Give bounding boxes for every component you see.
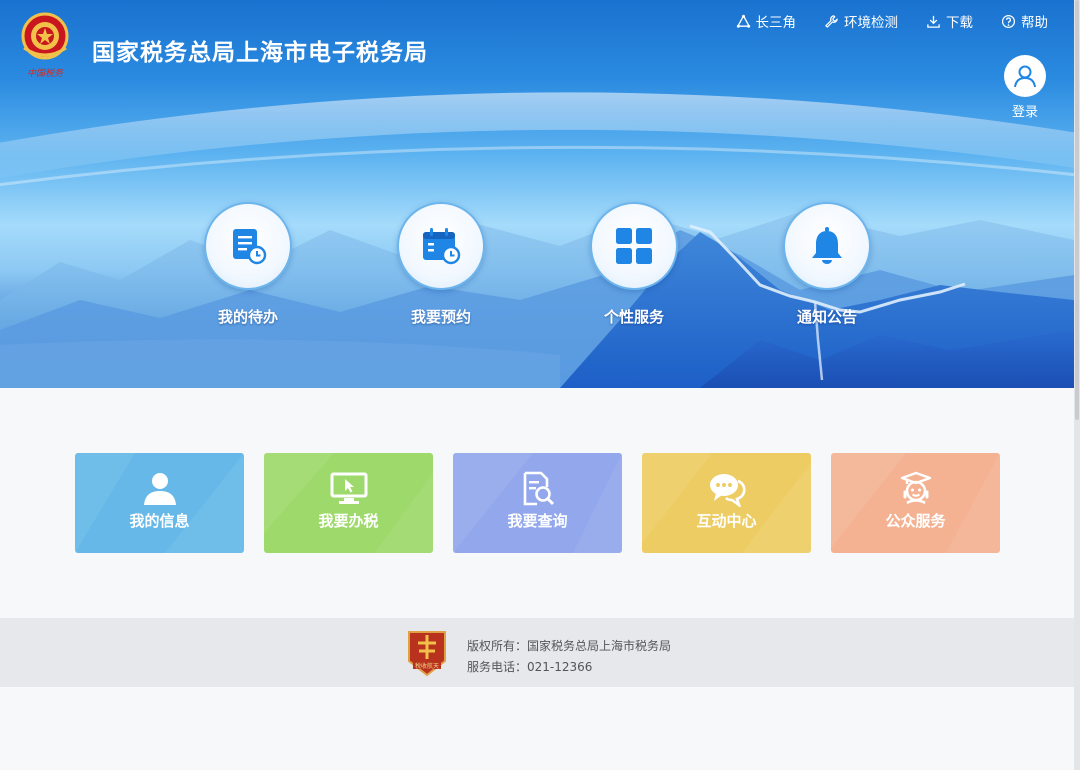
card-label: 公众服务 (885, 512, 946, 530)
hero-item-appointment[interactable]: 我要预约 (386, 202, 496, 327)
nav-environment-check[interactable]: 环境检测 (824, 11, 898, 31)
document-search-icon (519, 471, 557, 507)
user-icon (141, 471, 179, 507)
footer-phone: 服务电话：021-12366 (467, 660, 593, 674)
nav-label: 环境检测 (844, 15, 898, 31)
nav-label: 下载 (946, 15, 973, 31)
hero-item-label: 我的待办 (217, 308, 278, 326)
nav-label: 长三角 (755, 15, 797, 31)
hero-icon-circle (783, 202, 871, 290)
hero-banner: 中国税务 国家税务总局上海市电子税务局 长三角 环境检测 下载 帮助 登录 我的… (0, 0, 1074, 388)
nav-help[interactable]: 帮助 (1001, 11, 1048, 31)
download-icon (927, 15, 940, 28)
logo-text: 中国税务 (27, 68, 64, 79)
card-public-service[interactable]: 公众服务 (831, 453, 1000, 553)
card-query[interactable]: 我要查询 (453, 453, 622, 553)
hero-item-todo[interactable]: 我的待办 (193, 202, 303, 327)
monitor-cursor-icon (330, 471, 368, 507)
card-label: 我的信息 (129, 512, 190, 530)
login-label: 登录 (1011, 105, 1038, 120)
hero-item-label: 通知公告 (796, 308, 857, 326)
triangle-network-icon (736, 14, 750, 28)
scrollbar-thumb[interactable] (1075, 0, 1079, 420)
card-interaction-center[interactable]: 互动中心 (642, 453, 811, 553)
nav-yangtze-delta[interactable]: 长三角 (736, 11, 797, 31)
todo-document-icon (233, 229, 267, 265)
hero-item-notice[interactable]: 通知公告 (772, 202, 882, 327)
site-title: 国家税务总局上海市电子税务局 (92, 40, 428, 66)
nav-download[interactable]: 下载 (926, 11, 973, 31)
badge-text: 税收航天 (415, 662, 439, 670)
top-navigation: 长三角 环境检测 下载 帮助 (736, 11, 1048, 31)
grid-apps-icon (616, 228, 652, 264)
hero-icon-circle (204, 202, 292, 290)
wrench-icon (825, 14, 838, 28)
vertical-scrollbar[interactable] (1074, 0, 1080, 770)
card-handle-tax[interactable]: 我要办税 (264, 453, 433, 553)
tax-emblem-logo: 中国税务 (21, 12, 69, 79)
card-label: 我要查询 (507, 512, 568, 530)
hero-item-personal-service[interactable]: 个性服务 (579, 202, 689, 327)
avatar (1004, 55, 1046, 97)
nav-label: 帮助 (1021, 15, 1048, 31)
bell-icon (812, 227, 842, 264)
card-my-info[interactable]: 我的信息 (75, 453, 244, 553)
hero-item-label: 我要预约 (410, 308, 471, 326)
hero-item-label: 个性服务 (603, 308, 664, 326)
tax-shield-badge-icon: 税收航天 (408, 631, 446, 677)
card-label: 互动中心 (696, 512, 757, 530)
calendar-clock-icon (423, 228, 461, 265)
hero-icon-circle (397, 202, 485, 290)
help-icon (1001, 14, 1016, 28)
page: 中国税务 国家税务总局上海市电子税务局 长三角 环境检测 下载 帮助 登录 我的… (0, 0, 1074, 770)
footer: 税收航天 版权所有：国家税务总局上海市税务局 服务电话：021-12366 (0, 618, 1074, 687)
footer-copyright: 版权所有：国家税务总局上海市税务局 (467, 639, 672, 653)
login-button[interactable]: 登录 (1003, 55, 1047, 120)
user-outline-icon (1014, 65, 1036, 88)
hero-icon-circle (590, 202, 678, 290)
chat-bubbles-icon (708, 471, 746, 507)
card-label: 我要办税 (318, 512, 379, 530)
headset-agent-icon (897, 471, 935, 507)
